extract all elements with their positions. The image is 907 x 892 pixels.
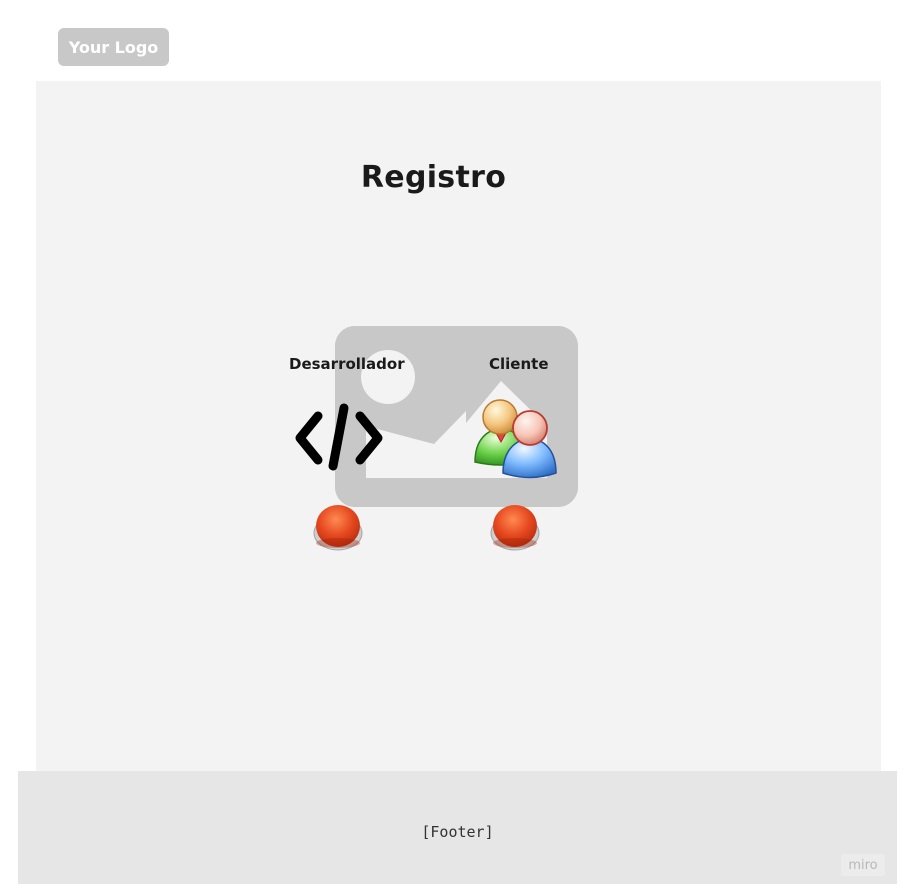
footer: [Footer] miro [18, 771, 897, 884]
client-select-button[interactable] [490, 502, 540, 552]
option-label-developer: Desarrollador [289, 355, 405, 373]
logo-text: Your Logo [68, 37, 159, 57]
users-icon [470, 396, 560, 482]
miro-badge[interactable]: miro [841, 854, 885, 876]
developer-select-button[interactable] [313, 502, 363, 552]
footer-text: [Footer] [421, 822, 494, 841]
code-icon [292, 402, 386, 474]
page-title: Registro [360, 160, 507, 195]
logo[interactable]: Your Logo [58, 28, 169, 66]
page: Your Logo Registro Desarrollador Cliente [0, 0, 907, 892]
option-label-client: Cliente [489, 355, 549, 373]
